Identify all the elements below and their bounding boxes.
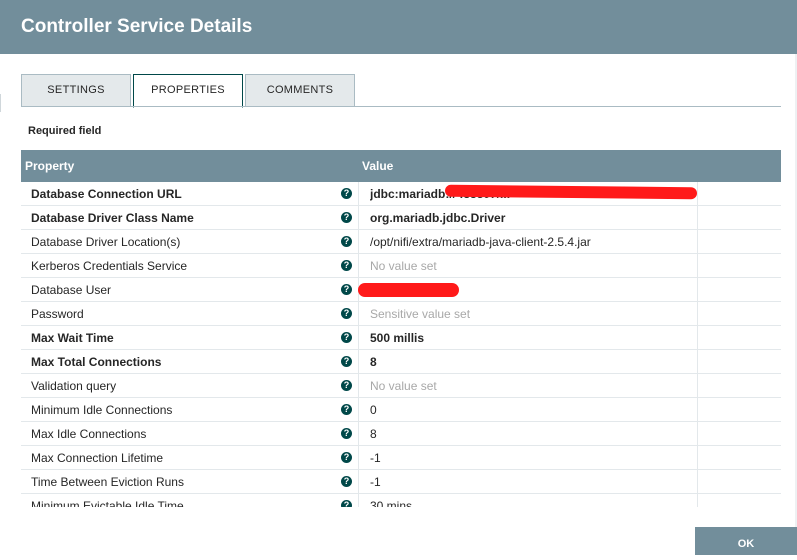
tab-properties[interactable]: PROPERTIES [133, 74, 243, 108]
table-row[interactable]: Kerberos Credentials Service? No value se… [21, 254, 781, 278]
column-separator [358, 446, 359, 470]
property-value[interactable]: No value set [370, 379, 694, 393]
column-separator [697, 182, 698, 206]
column-header-value[interactable]: Value [362, 159, 393, 173]
column-separator [697, 302, 698, 326]
property-value[interactable]: -1 [370, 451, 694, 465]
property-name: Max Idle Connections [31, 427, 147, 441]
redaction-mark [358, 283, 459, 297]
table-row[interactable]: Password? Sensitive value set [21, 302, 781, 326]
property-value[interactable]: 8 [370, 355, 694, 369]
ok-button[interactable]: OK [695, 527, 797, 555]
table-row[interactable]: Max Idle Connections? 8 [21, 422, 781, 446]
property-name: Max Connection Lifetime [31, 451, 164, 465]
help-circle-icon[interactable]: ? [341, 260, 352, 271]
dialog-title: Controller Service Details [21, 16, 253, 37]
dialog-header: Controller Service Details [0, 0, 797, 54]
column-separator [697, 398, 698, 422]
help-circle-icon[interactable]: ? [341, 308, 352, 319]
help-circle-icon[interactable]: ? [341, 188, 352, 199]
column-separator [358, 254, 359, 278]
tab-settings[interactable]: SETTINGS [21, 74, 131, 107]
property-name: Database User [31, 283, 112, 297]
help-circle-icon[interactable]: ? [341, 452, 352, 463]
table-row[interactable]: Max Connection Lifetime? -1 [21, 446, 781, 470]
column-separator [697, 206, 698, 230]
property-name: Validation query [31, 379, 117, 393]
table-row[interactable]: Max Wait Time? 500 millis [21, 326, 781, 350]
property-value[interactable]: -1 [370, 475, 694, 489]
column-separator [697, 278, 698, 302]
property-value[interactable]: 500 millis [370, 331, 694, 345]
table-row[interactable]: Database Driver Location(s)? /opt/nifi/ex… [21, 230, 781, 254]
column-separator [358, 398, 359, 422]
column-separator [358, 302, 359, 326]
column-separator [697, 446, 698, 470]
table-row[interactable]: Max Total Connections? 8 [21, 350, 781, 374]
column-separator [697, 326, 698, 350]
property-name: Minimum Evictable Idle Time [31, 499, 184, 507]
table-row[interactable]: Database Driver Class Name? org.mariadb.j… [21, 206, 781, 230]
help-circle-icon[interactable]: ? [341, 284, 352, 295]
property-value[interactable]: 30 mins [370, 499, 694, 507]
column-separator [697, 374, 698, 398]
property-value[interactable]: /opt/nifi/extra/mariadb-java-client-2.5.… [370, 235, 694, 249]
table-row[interactable]: Minimum Idle Connections? 0 [21, 398, 781, 422]
column-separator [358, 422, 359, 446]
column-separator [697, 470, 698, 494]
column-separator [358, 230, 359, 254]
property-name: Password [31, 307, 84, 321]
property-value[interactable]: 8 [370, 427, 694, 441]
property-name: Max Total Connections [31, 355, 162, 369]
help-circle-icon[interactable]: ? [341, 356, 352, 367]
help-circle-icon[interactable]: ? [341, 476, 352, 487]
property-name: Database Connection URL [31, 187, 182, 201]
column-separator [358, 374, 359, 398]
property-value[interactable]: No value set [370, 259, 694, 273]
table-body: Database Connection URL? jdbc:mariadb:// … [21, 182, 781, 507]
column-separator [697, 230, 698, 254]
column-separator [697, 422, 698, 446]
property-name: Max Wait Time [31, 331, 114, 345]
help-circle-icon[interactable]: ? [341, 428, 352, 439]
help-circle-icon[interactable]: ? [341, 380, 352, 391]
properties-table: Property Value Database Connection URL? j… [21, 150, 781, 507]
tab-divider [21, 106, 781, 107]
required-field-note: Required field [28, 125, 102, 137]
left-edge [0, 94, 1, 112]
help-circle-icon[interactable]: ? [341, 404, 352, 415]
property-name: Database Driver Location(s) [31, 235, 181, 249]
help-circle-icon[interactable]: ? [341, 332, 352, 343]
column-separator [358, 350, 359, 374]
help-circle-icon[interactable]: ? [341, 212, 352, 223]
help-circle-icon[interactable]: ? [341, 236, 352, 247]
column-separator [358, 182, 359, 206]
column-header-property[interactable]: Property [25, 159, 74, 173]
property-name: Time Between Eviction Runs [31, 475, 184, 489]
table-row[interactable]: Validation query? No value set [21, 374, 781, 398]
property-value[interactable]: org.mariadb.jdbc.Driver [370, 211, 694, 225]
help-circle-icon[interactable]: ? [341, 500, 352, 507]
column-separator [358, 206, 359, 230]
property-name: Minimum Idle Connections [31, 403, 173, 417]
property-value[interactable]: Sensitive value set [370, 307, 694, 321]
property-value[interactable]: 0 [370, 403, 694, 417]
table-row[interactable]: Minimum Evictable Idle Time? 30 mins [21, 494, 781, 507]
column-separator [358, 494, 359, 507]
tab-comments[interactable]: COMMENTS [245, 74, 355, 107]
column-separator [697, 350, 698, 374]
column-separator [358, 470, 359, 494]
table-header: Property Value [21, 150, 781, 182]
table-row[interactable]: Time Between Eviction Runs? -1 [21, 470, 781, 494]
column-separator [697, 494, 698, 507]
column-separator [697, 254, 698, 278]
column-separator [358, 326, 359, 350]
property-name: Kerberos Credentials Service [31, 259, 188, 273]
property-name: Database Driver Class Name [31, 211, 194, 225]
